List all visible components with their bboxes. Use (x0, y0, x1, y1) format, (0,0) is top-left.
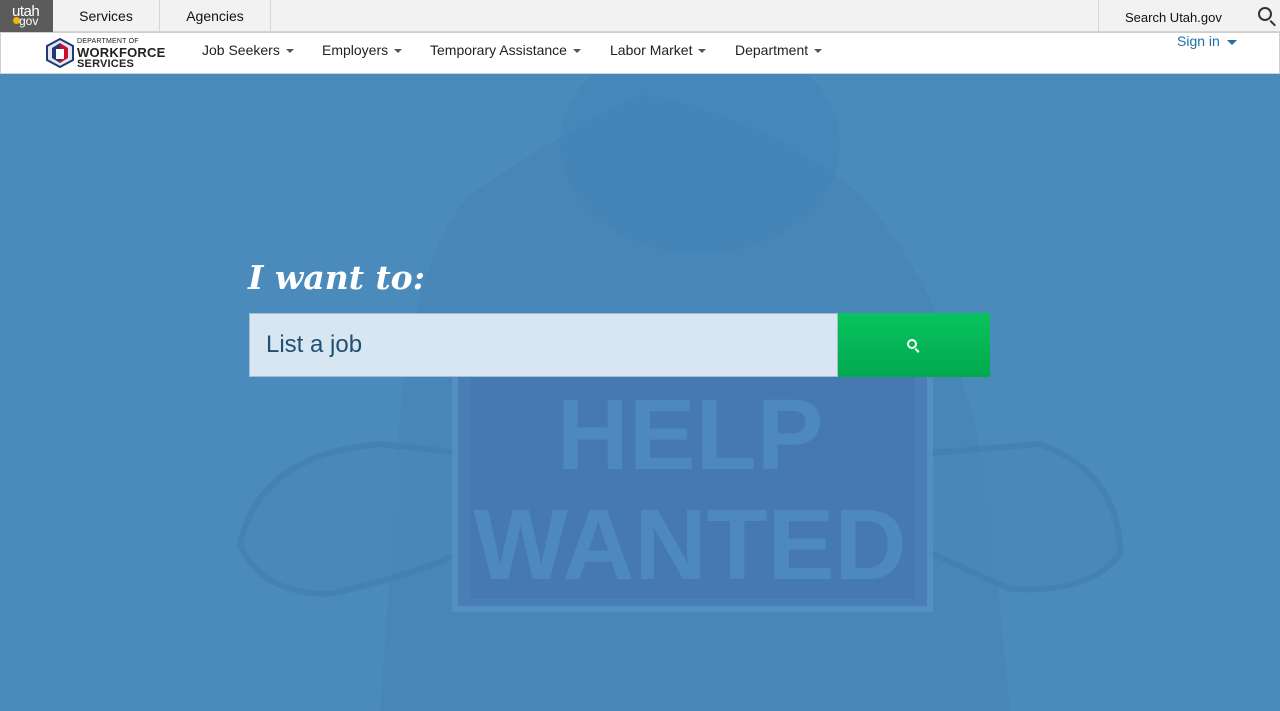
utah-search-button[interactable]: Search Utah.gov (1098, 0, 1280, 32)
chevron-down-icon (814, 49, 823, 54)
sign-in-label: Sign in (1177, 33, 1220, 49)
utah-search-label: Search Utah.gov (1125, 10, 1222, 25)
help-wanted-background-image: HELP WANTED (236, 74, 1124, 711)
nav-item-label: Labor Market (610, 42, 693, 58)
nav-item-label: Temporary Assistance (430, 42, 567, 58)
chevron-down-icon (394, 49, 403, 54)
sign-in-link[interactable]: Sign in (1177, 33, 1237, 49)
brand-line1: DEPARTMENT OF (77, 38, 139, 45)
gov-logo-text: gov (19, 14, 39, 28)
hero-banner: HELP WANTED I want to: (0, 74, 1280, 711)
nav-item-label: Job Seekers (202, 42, 280, 58)
nav-item-labor-market[interactable]: Labor Market (610, 42, 707, 58)
sign-text-wanted: WANTED (473, 489, 906, 601)
nav-item-department[interactable]: Department (735, 42, 823, 58)
hero-heading: I want to: (248, 258, 425, 297)
utah-gov-logo[interactable]: utah gov (0, 0, 53, 32)
dws-emblem-icon (46, 38, 74, 68)
main-navigation: DEPARTMENT OF WORKFORCE SERVICES Job See… (0, 32, 1280, 74)
nav-item-temporary-assistance[interactable]: Temporary Assistance (430, 42, 581, 58)
chevron-down-icon (572, 49, 581, 54)
i-want-to-search-field[interactable] (249, 313, 838, 377)
agencies-link[interactable]: Agencies (160, 0, 271, 32)
chevron-down-icon (1226, 39, 1237, 45)
chevron-down-icon (285, 49, 294, 54)
i-want-to-input[interactable] (250, 314, 837, 376)
nav-item-label: Employers (322, 42, 389, 58)
brand-line3: SERVICES (77, 58, 135, 70)
sign-text-help: HELP (557, 379, 824, 491)
nav-item-label: Department (735, 42, 809, 58)
utah-gov-bar: utah gov Services Agencies Search Utah.g… (0, 0, 1280, 32)
nav-item-job-seekers[interactable]: Job Seekers (202, 42, 294, 58)
hero-search-button[interactable] (838, 313, 990, 377)
nav-item-employers[interactable]: Employers (322, 42, 403, 58)
chevron-down-icon (698, 49, 707, 54)
dws-logo[interactable]: DEPARTMENT OF WORKFORCE SERVICES (46, 37, 176, 70)
search-icon (907, 339, 917, 349)
search-icon (1258, 7, 1272, 21)
services-link[interactable]: Services (53, 0, 160, 32)
